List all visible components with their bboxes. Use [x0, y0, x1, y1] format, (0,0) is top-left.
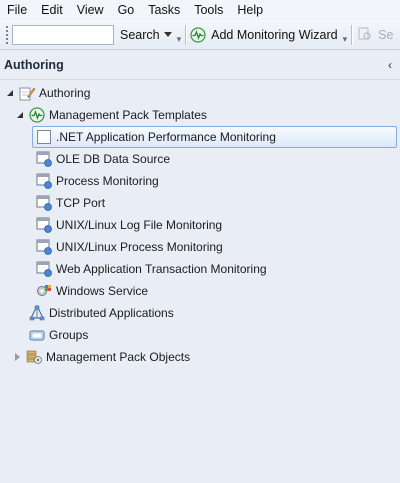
- toolbar-grip-handle[interactable]: [5, 24, 9, 45]
- tree-label: Process Monitoring: [56, 174, 159, 188]
- toolbar-separator-2: [351, 24, 353, 45]
- menu-help[interactable]: Help: [230, 0, 270, 20]
- add-monitoring-wizard-label: Add Monitoring Wizard: [211, 27, 338, 42]
- navigation-pane-header: Authoring ‹: [0, 50, 400, 80]
- tree-label: Web Application Transaction Monitoring: [56, 262, 267, 276]
- menu-view[interactable]: View: [70, 0, 111, 20]
- truncated-toolbar-button[interactable]: Se: [358, 27, 393, 43]
- template-window-icon: [36, 151, 52, 167]
- tree-label: Authoring: [39, 86, 91, 100]
- groups-icon: [29, 327, 45, 343]
- tree-node-distributed-applications[interactable]: Distributed Applications: [29, 302, 174, 324]
- tree-label: UNIX/Linux Log File Monitoring: [56, 218, 223, 232]
- tree-label: Windows Service: [56, 284, 149, 298]
- search-button[interactable]: Search: [120, 28, 172, 42]
- menu-file[interactable]: File: [0, 0, 34, 20]
- tree-node-web-app-transaction[interactable]: Web Application Transaction Monitoring: [36, 258, 267, 280]
- mp-objects-icon: [26, 349, 42, 365]
- tree-label: OLE DB Data Source: [56, 152, 171, 166]
- template-window-icon: [36, 239, 52, 255]
- tree-node-windows-service[interactable]: Windows Service: [36, 280, 148, 302]
- distributed-app-icon: [29, 304, 45, 321]
- menu-tools[interactable]: Tools: [187, 0, 230, 20]
- search-doc-icon: [358, 27, 374, 43]
- tree-node-net-apm[interactable]: .NET Application Performance Monitoring: [32, 126, 397, 148]
- windows-service-gear-icon: [36, 283, 52, 299]
- menu-edit[interactable]: Edit: [34, 0, 70, 20]
- add-monitoring-wizard-button[interactable]: Add Monitoring Wizard: [190, 26, 338, 43]
- tree-label: Management Pack Templates: [49, 108, 207, 122]
- tree-node-ole-db[interactable]: OLE DB Data Source: [36, 148, 170, 170]
- toolbar-overflow-icon[interactable]: ▾: [177, 34, 182, 44]
- tree-node-management-pack-templates[interactable]: Management Pack Templates: [15, 104, 207, 126]
- pane-title: Authoring: [4, 57, 64, 72]
- truncated-button-label: Se: [378, 27, 394, 42]
- tree-node-unix-process[interactable]: UNIX/Linux Process Monitoring: [36, 236, 223, 258]
- template-window-icon: [36, 173, 52, 189]
- authoring-pencil-icon: [19, 85, 36, 101]
- tree-label: Groups: [49, 328, 89, 342]
- tree-label: Distributed Applications: [49, 306, 174, 320]
- tree-label: TCP Port: [56, 196, 106, 210]
- toolbar: Search ▾ Add Monitoring Wizard ▾ Se: [0, 20, 400, 50]
- expanded-arrow-icon[interactable]: [5, 88, 15, 98]
- menu-bar: File Edit View Go Tasks Tools Help: [0, 0, 400, 20]
- template-window-icon: [36, 195, 52, 211]
- toolbar-separator: [185, 24, 187, 45]
- tree-node-authoring[interactable]: Authoring: [5, 82, 90, 104]
- search-input[interactable]: [12, 24, 114, 45]
- tree-label: .NET Application Performance Monitoring: [56, 130, 276, 144]
- template-window-icon: [36, 261, 52, 277]
- monitoring-template-icon: [29, 107, 45, 123]
- toolbar-overflow-icon-2[interactable]: ▾: [343, 34, 348, 44]
- monitoring-wizard-icon: [190, 26, 206, 43]
- tree-node-management-pack-objects[interactable]: Management Pack Objects: [12, 346, 190, 368]
- tree-node-unix-log-file[interactable]: UNIX/Linux Log File Monitoring: [36, 214, 222, 236]
- collapse-pane-icon[interactable]: ‹: [388, 58, 392, 72]
- blank-document-icon: [36, 129, 52, 145]
- search-button-label: Search: [120, 27, 160, 42]
- tree-node-groups[interactable]: Groups: [29, 324, 88, 346]
- chevron-down-icon[interactable]: [163, 32, 172, 37]
- menu-tasks[interactable]: Tasks: [141, 0, 187, 20]
- menu-go[interactable]: Go: [111, 0, 142, 20]
- template-window-icon: [36, 217, 52, 233]
- collapsed-arrow-icon[interactable]: [12, 352, 22, 362]
- tree-node-process-monitoring[interactable]: Process Monitoring: [36, 170, 159, 192]
- tree-label: Management Pack Objects: [46, 350, 191, 364]
- tree-node-tcp-port[interactable]: TCP Port: [36, 192, 105, 214]
- expanded-arrow-icon[interactable]: [15, 110, 25, 120]
- tree-label: UNIX/Linux Process Monitoring: [56, 240, 223, 254]
